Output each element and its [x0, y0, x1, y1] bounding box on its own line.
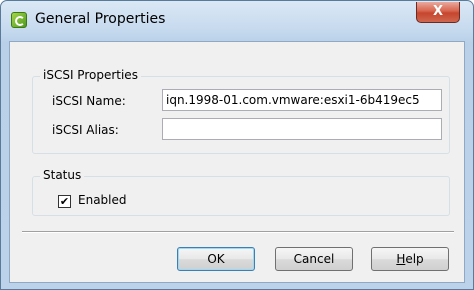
cancel-button[interactable]: Cancel [275, 247, 353, 271]
iscsi-name-field[interactable]: iqn.1998-01.com.vmware:esxi1-6b419ec5 [162, 89, 442, 111]
iscsi-alias-field[interactable] [162, 118, 442, 140]
iscsi-properties-group-label: iSCSI Properties [40, 68, 141, 82]
enabled-label: Enabled [78, 193, 127, 207]
title-bar[interactable]: General Properties X [1, 1, 473, 41]
dialog-window: General Properties X iSCSI Properties iS… [0, 0, 474, 290]
enabled-checkbox[interactable]: ✔ [58, 195, 71, 208]
help-label-rest: elp [405, 252, 424, 266]
status-group-label: Status [40, 168, 85, 182]
dialog-body: iSCSI Properties iSCSI Name: iqn.1998-01… [9, 41, 465, 283]
iscsi-name-label: iSCSI Name: [52, 94, 126, 108]
help-mnemonic: H [396, 252, 406, 266]
close-button[interactable]: X [416, 2, 460, 23]
iscsi-alias-label: iSCSI Alias: [52, 123, 119, 137]
button-separator [22, 231, 454, 233]
ok-button[interactable]: OK [177, 247, 255, 271]
window-title: General Properties [35, 11, 166, 27]
vsphere-icon [11, 12, 27, 28]
help-button[interactable]: Help [371, 247, 449, 271]
